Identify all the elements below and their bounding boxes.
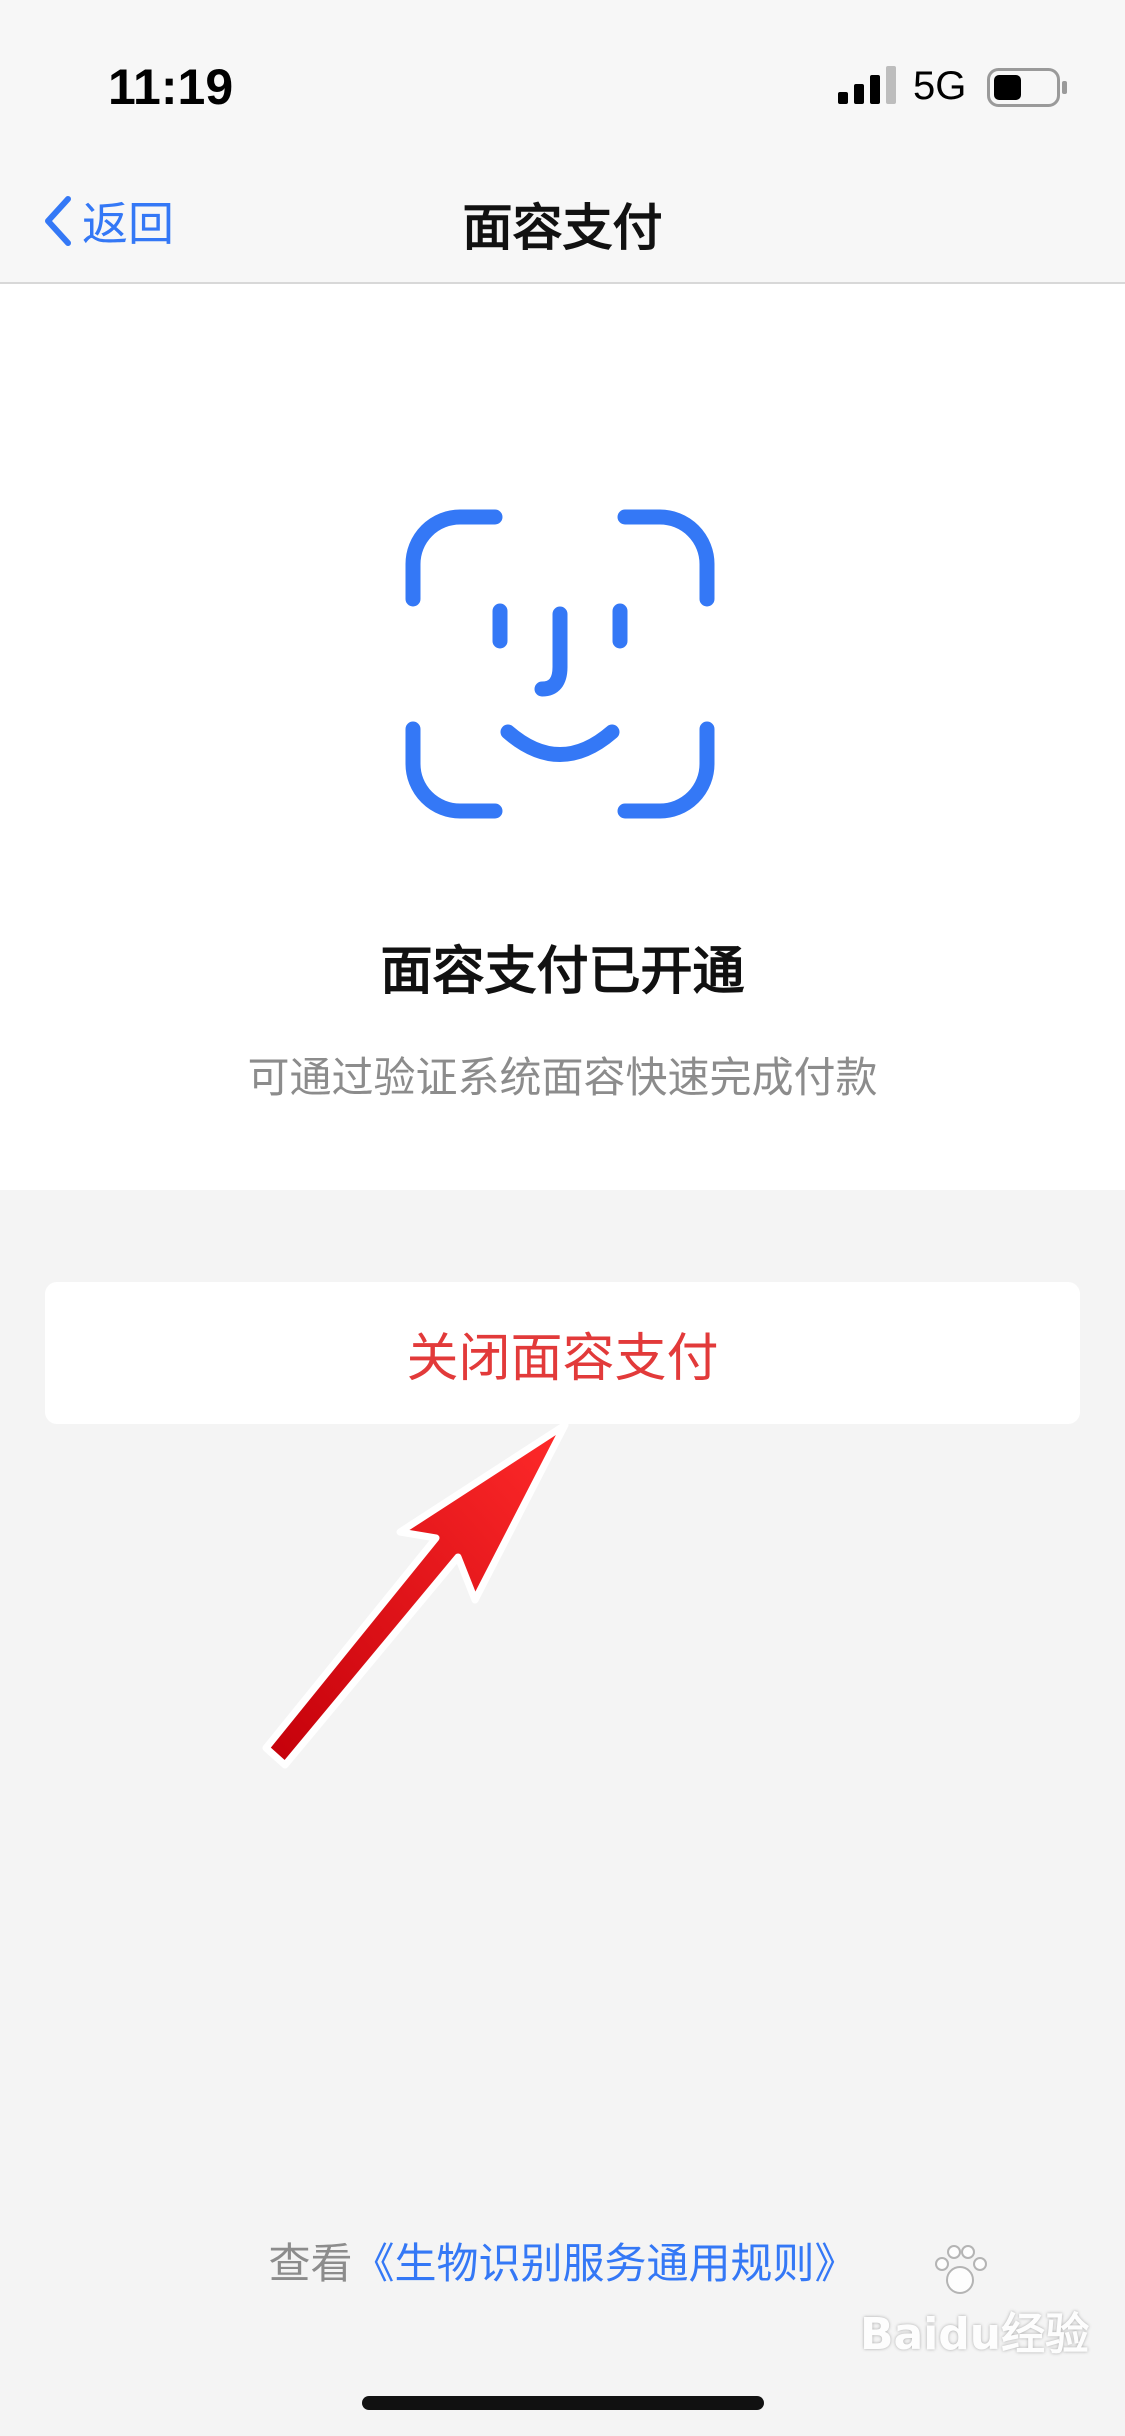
- biometric-rules-link[interactable]: 《生物识别服务通用规则》: [353, 2239, 857, 2288]
- baidu-watermark: Baidu经验: [860, 2242, 1089, 2360]
- watermark-text: Baidu经验: [860, 2309, 1090, 2360]
- face-id-icon: [405, 509, 715, 819]
- rules-prefix: 查看: [268, 2239, 353, 2288]
- cellular-signal-icon: [838, 66, 896, 104]
- network-type: 5G: [913, 64, 967, 108]
- status-title: 面容支付已开通: [380, 942, 745, 1002]
- status-bar: 11:19 5G: [0, 0, 1125, 180]
- home-indicator[interactable]: [362, 2396, 764, 2410]
- navigation-bar: 返回 面容支付: [0, 160, 1125, 284]
- paw-icon: [935, 2245, 987, 2294]
- page-title: 面容支付: [462, 199, 663, 257]
- disable-face-pay-button[interactable]: 关闭面容支付: [45, 1282, 1080, 1424]
- status-subtitle: 可通过验证系统面容快速完成付款: [247, 1053, 878, 1102]
- status-time: 11:19: [108, 59, 234, 115]
- battery-icon: [987, 68, 1067, 107]
- face-pay-status-panel: 面容支付已开通 可通过验证系统面容快速完成付款: [0, 284, 1125, 1190]
